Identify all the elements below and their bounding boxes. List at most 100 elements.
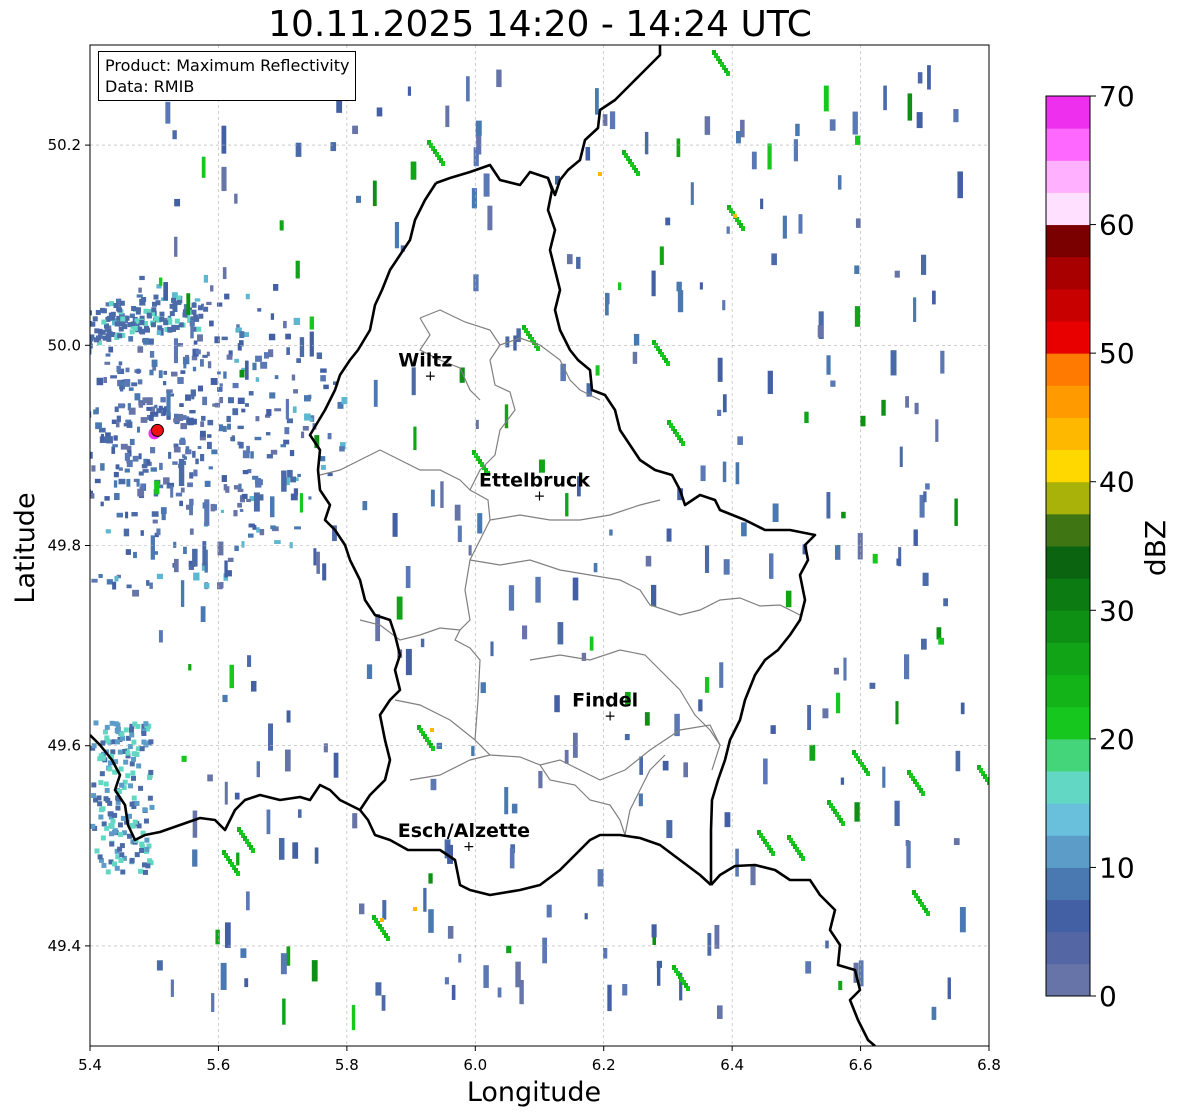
echo-pixel	[138, 785, 144, 791]
echo-pixel	[546, 904, 552, 918]
echo-pixel	[263, 352, 269, 359]
echo-pixel	[143, 337, 149, 345]
echo-pixel	[119, 852, 125, 858]
echo-pixel	[257, 308, 262, 312]
echo-pixel	[662, 760, 669, 771]
echo-pixel	[100, 835, 106, 841]
echo-pixel	[138, 471, 144, 476]
echo-pixel	[74, 354, 79, 359]
echo-pixel	[236, 871, 240, 876]
echo-pixel	[36, 370, 41, 375]
echo-pixel	[940, 350, 945, 374]
echo-pixel	[141, 464, 148, 469]
colorbar-segment	[1046, 674, 1090, 708]
echo-pixel	[12, 410, 17, 415]
echo-pixel	[947, 977, 951, 1000]
echo-pixel	[290, 476, 297, 483]
echo-pixel	[194, 298, 201, 302]
echo-pixel	[270, 313, 275, 320]
echo-pixel	[894, 270, 900, 278]
echo-pixel	[932, 290, 936, 305]
echo-pixel	[71, 570, 76, 577]
echo-pixel	[22, 392, 27, 397]
echo-pixel	[293, 317, 301, 325]
echo-pixel	[117, 846, 123, 852]
echo-pixel	[116, 365, 121, 373]
echo-pixel	[431, 746, 435, 751]
echo-pixel	[129, 329, 135, 335]
echo-pixel	[162, 407, 167, 416]
echo-pixel	[104, 825, 110, 831]
echo-pixel	[289, 450, 295, 457]
echo-pixel	[445, 105, 450, 128]
echo-pixel	[91, 782, 97, 788]
echo-pixel	[123, 759, 129, 765]
echo-pixel	[645, 555, 652, 567]
echo-pixel	[103, 781, 109, 787]
echo-pixel	[29, 389, 34, 394]
echo-pixel	[386, 936, 390, 941]
echo-pixel	[855, 135, 861, 145]
y-axis-title: Latitude	[10, 492, 41, 603]
echo-pixel	[699, 282, 703, 290]
echo-pixel	[829, 119, 836, 131]
echo-pixel	[866, 771, 870, 776]
colorbar-segment	[1046, 642, 1090, 676]
echo-pixel	[118, 478, 126, 485]
echo-pixel	[736, 130, 741, 144]
echo-pixel	[826, 355, 831, 375]
echo-pixel	[131, 305, 137, 311]
echo-pixel	[217, 582, 223, 590]
echo-pixel	[80, 311, 85, 316]
echo-pixel	[34, 407, 39, 412]
echo-pixel	[170, 485, 174, 498]
echo-pixel	[376, 107, 383, 117]
echo-pixel	[396, 596, 403, 620]
x-tick-label: 6.4	[720, 1056, 744, 1074]
echo-pixel	[430, 728, 434, 732]
echo-pixel	[211, 449, 218, 455]
echo-pixel	[896, 558, 901, 566]
echo-pixel	[222, 267, 227, 280]
echo-pixel	[221, 336, 228, 341]
echo-pixel	[154, 480, 160, 495]
echo-pixel	[904, 654, 910, 680]
echo-pixel	[93, 720, 99, 726]
echo-pixel	[407, 86, 412, 96]
echo-pixel	[244, 403, 249, 407]
echo-pixel	[103, 377, 107, 384]
echo-pixel	[805, 961, 812, 974]
echo-pixel	[74, 434, 78, 441]
echo-pixel	[58, 362, 63, 367]
colorbar-segment	[1046, 481, 1090, 515]
colorbar-segment	[1046, 610, 1090, 643]
echo-pixel	[246, 891, 250, 911]
echo-pixel	[150, 467, 157, 472]
echo-pixel	[165, 101, 171, 124]
echo-pixel	[104, 496, 110, 501]
echo-pixel	[98, 814, 104, 820]
echo-pixel	[79, 520, 85, 525]
x-axis-title: Longitude	[467, 1077, 601, 1108]
echo-pixel	[309, 316, 315, 330]
echo-pixel	[38, 465, 44, 471]
echo-pixel	[290, 493, 298, 501]
echo-pixel	[44, 408, 49, 411]
echo-pixel	[285, 333, 291, 340]
echo-pixel	[266, 809, 271, 835]
echo-pixel	[834, 544, 841, 560]
echo-pixel	[100, 433, 104, 442]
echo-pixel	[700, 465, 706, 482]
echo-pixel	[632, 351, 638, 364]
echo-pixel	[151, 511, 159, 517]
echo-pixel	[597, 869, 604, 887]
echo-pixel	[27, 450, 33, 457]
echo-pixel	[322, 563, 327, 581]
echo-pixel	[771, 253, 777, 266]
echo-pixel	[214, 336, 220, 344]
echo-pixel	[283, 439, 290, 445]
echo-pixel	[195, 349, 201, 355]
echo-pixel	[61, 436, 67, 442]
echo-pixel	[0, 404, 1, 409]
echo-pixel	[66, 464, 72, 471]
